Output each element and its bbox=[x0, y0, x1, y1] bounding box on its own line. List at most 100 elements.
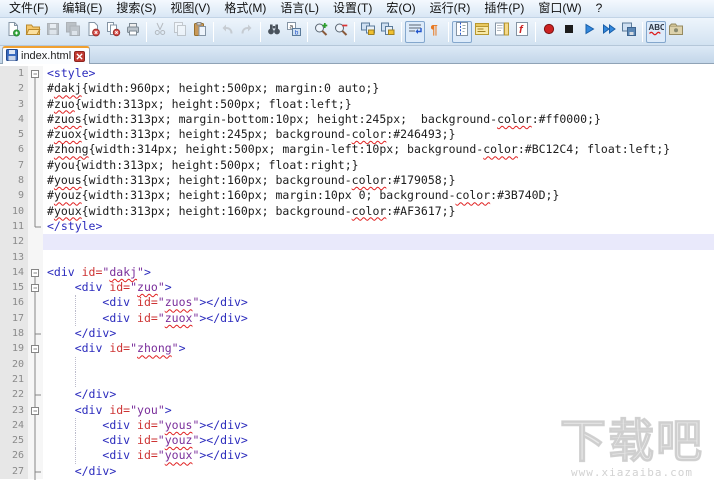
code-text[interactable]: #youx{width:313px; height:160px; backgro… bbox=[43, 204, 714, 219]
line-number: 5 bbox=[0, 127, 28, 143]
macro-stop-button[interactable] bbox=[559, 21, 579, 43]
sync-horizontal-icon bbox=[380, 21, 396, 42]
code-text[interactable] bbox=[43, 250, 714, 265]
sync-vertical-scroll-button[interactable] bbox=[358, 21, 378, 43]
editor-line: 9 #youz{width:313px; height:160px; margin… bbox=[0, 188, 714, 205]
code-text[interactable]: <div id="youx"></div> bbox=[43, 448, 714, 464]
close-button[interactable] bbox=[83, 21, 103, 43]
code-text[interactable]: </style> bbox=[43, 219, 714, 234]
menu-item-help[interactable]: ? bbox=[589, 0, 610, 17]
spell-check-settings-button[interactable] bbox=[666, 21, 686, 43]
fold-line-icon bbox=[28, 142, 43, 159]
code-text[interactable]: #you{width:313px; height:500px; float:ri… bbox=[43, 158, 714, 173]
show-all-characters-button[interactable]: ¶ bbox=[425, 21, 445, 43]
code-text[interactable]: <div id="zuo"> bbox=[43, 280, 714, 295]
menu-item-view[interactable]: 视图(V) bbox=[163, 0, 217, 17]
code-text[interactable]: <div id="youz"></div> bbox=[43, 433, 714, 449]
sync-horizontal-scroll-button[interactable] bbox=[378, 21, 398, 43]
code-text[interactable]: <div id="zuox"></div> bbox=[43, 310, 714, 327]
misspelled-token: zhong bbox=[137, 341, 172, 356]
menu-item-format[interactable]: 格式(M) bbox=[217, 0, 273, 17]
zoom-out-button[interactable] bbox=[331, 21, 351, 43]
code-lines: 1 <style> 2 #dakj{width:960px; height:500px… bbox=[0, 64, 714, 480]
code-text[interactable]: #yous{width:313px; height:160px; backgro… bbox=[43, 173, 714, 188]
zoom-in-button[interactable] bbox=[311, 21, 331, 43]
code-token: " bbox=[137, 264, 144, 279]
menu-item-edit[interactable]: 编辑(E) bbox=[55, 0, 109, 17]
paste-button[interactable] bbox=[190, 21, 210, 43]
menu-item-plugins[interactable]: 插件(P) bbox=[477, 0, 531, 17]
code-text[interactable]: </div> bbox=[43, 464, 714, 479]
open-file-button[interactable] bbox=[23, 21, 43, 43]
fold-toggle-icon[interactable] bbox=[28, 264, 43, 281]
code-text[interactable] bbox=[43, 356, 714, 372]
macro-run-multiple-button[interactable] bbox=[599, 21, 619, 43]
macro-save-button[interactable] bbox=[619, 21, 639, 43]
code-text[interactable]: #zuos{width:313px; margin-bottom:10px; h… bbox=[43, 112, 714, 127]
toolbar-separator bbox=[146, 21, 147, 42]
code-text[interactable]: #zuox{width:313px; height:245px; backgro… bbox=[43, 127, 714, 142]
code-text[interactable]: <div id="zhong"> bbox=[43, 341, 714, 356]
fold-line-icon bbox=[28, 111, 43, 128]
code-token: " bbox=[157, 310, 165, 325]
menu-item-file[interactable]: 文件(F) bbox=[2, 0, 55, 17]
macro-record-button[interactable] bbox=[539, 21, 559, 43]
zoom-out-icon bbox=[333, 21, 349, 42]
code-token: :#BC12C4; float:left;} bbox=[517, 142, 671, 157]
menu-item-run[interactable]: 运行(R) bbox=[423, 0, 478, 17]
replace-button[interactable]: ab bbox=[284, 21, 304, 43]
code-token: ></div> bbox=[199, 433, 248, 448]
menu-item-settings[interactable]: 设置(T) bbox=[326, 0, 379, 17]
misspelled-token: youz bbox=[164, 433, 193, 448]
editor-line: 26 <div id="youx"></div> bbox=[0, 448, 714, 465]
fold-toggle-icon[interactable] bbox=[28, 66, 43, 82]
code-text[interactable] bbox=[43, 371, 714, 388]
code-token: <div bbox=[102, 448, 138, 463]
indent-guide-button[interactable] bbox=[452, 20, 472, 43]
tab-bar[interactable]: index.html bbox=[0, 46, 714, 64]
code-text[interactable]: #youz{width:313px; height:160px; margin:… bbox=[43, 188, 714, 203]
editor-area[interactable]: 1 <style> 2 #dakj{width:960px; height:500px… bbox=[0, 64, 714, 483]
fold-toggle-icon[interactable] bbox=[28, 402, 43, 419]
new-file-button[interactable] bbox=[3, 21, 23, 43]
code-text[interactable]: <div id="yous"></div> bbox=[43, 417, 714, 434]
menu-item-window[interactable]: 窗口(W) bbox=[531, 0, 588, 17]
document-map-button[interactable] bbox=[492, 21, 512, 43]
macro-play-button[interactable] bbox=[579, 21, 599, 43]
code-text[interactable]: <div id="dakj"> bbox=[43, 265, 714, 280]
tab-index.html[interactable]: index.html bbox=[2, 46, 91, 64]
code-token: </div> bbox=[74, 326, 117, 341]
code-text[interactable]: <div id="you"> bbox=[43, 403, 714, 418]
code-text[interactable]: </div> bbox=[43, 326, 714, 341]
code-token: </div> bbox=[74, 463, 117, 478]
code-token: # bbox=[47, 81, 54, 96]
code-token: > bbox=[143, 264, 151, 279]
line-number: 14 bbox=[0, 264, 28, 281]
spell-check-button[interactable]: ABC bbox=[646, 20, 666, 43]
menu-item-language[interactable]: 语言(L) bbox=[273, 0, 326, 17]
toolbar-separator bbox=[535, 21, 536, 42]
function-list-button[interactable]: f bbox=[512, 21, 532, 43]
code-text[interactable]: #zhong{width:314px; height:500px; margin… bbox=[43, 142, 714, 157]
find-button[interactable] bbox=[264, 21, 284, 43]
code-text[interactable]: </div> bbox=[43, 387, 714, 402]
code-text-current-line[interactable] bbox=[43, 234, 714, 250]
code-text[interactable]: #dakj{width:960px; height:500px; margin:… bbox=[43, 81, 714, 96]
menu-item-search[interactable]: 搜索(S) bbox=[109, 0, 163, 17]
code-token: {width:313px; height:500px; float:left;} bbox=[74, 96, 352, 111]
code-text[interactable]: <style> bbox=[43, 66, 714, 81]
code-text[interactable]: #zuo{width:313px; height:500px; float:le… bbox=[43, 97, 714, 112]
editor-line: 20 bbox=[0, 356, 714, 373]
word-wrap-button[interactable] bbox=[405, 20, 425, 43]
user-defined-language-button[interactable] bbox=[472, 21, 492, 43]
code-token: > bbox=[178, 341, 186, 356]
code-text[interactable]: <div id="zuos"></div> bbox=[43, 295, 714, 311]
print-button[interactable] bbox=[123, 21, 143, 43]
close-tab-icon[interactable] bbox=[74, 50, 86, 62]
fold-toggle-icon[interactable] bbox=[28, 341, 43, 358]
menu-item-macro[interactable]: 宏(O) bbox=[379, 0, 422, 17]
fold-toggle-icon[interactable] bbox=[28, 280, 43, 297]
close-all-button[interactable] bbox=[103, 21, 123, 43]
